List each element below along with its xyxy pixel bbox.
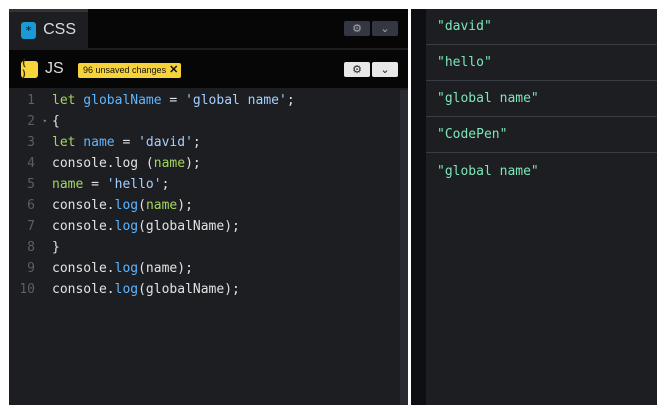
operator: = bbox=[83, 177, 107, 192]
punctuation: ); bbox=[177, 198, 193, 213]
punctuation: ( bbox=[145, 156, 154, 171]
line-number: 10 bbox=[19, 282, 35, 297]
tab-js[interactable]: ( ) JS bbox=[9, 50, 76, 88]
string-literal: 'david' bbox=[138, 135, 193, 150]
line-number: 2 ▾ bbox=[9, 111, 52, 132]
editor-scrollbar[interactable] bbox=[400, 90, 408, 405]
method: log bbox=[114, 282, 139, 297]
identifier: console. bbox=[52, 219, 115, 234]
gear-icon: ⚙ bbox=[352, 63, 362, 76]
tab-css-label: CSS bbox=[43, 21, 76, 38]
punctuation: (name); bbox=[138, 261, 193, 276]
code-editor: * CSS ⚙ ⌄ ( ) JS 96 unsaved changes ✕ ⚙ … bbox=[9, 9, 408, 405]
identifier: console.log bbox=[52, 156, 146, 171]
code-line: 4 console.log (name); bbox=[9, 153, 400, 174]
identifier: name bbox=[75, 135, 115, 150]
line-number: 6 bbox=[27, 198, 35, 213]
unsaved-changes-label: 96 unsaved changes bbox=[83, 65, 167, 75]
code-line: 7 console. log (globalName); bbox=[9, 216, 400, 237]
punctuation: } bbox=[52, 240, 60, 255]
resize-handle[interactable] bbox=[411, 9, 426, 405]
identifier: name bbox=[153, 156, 186, 171]
js-icon: ( ) bbox=[21, 58, 38, 80]
identifier: console. bbox=[52, 198, 115, 213]
punctuation: ( bbox=[138, 198, 146, 213]
close-icon[interactable]: ✕ bbox=[169, 63, 178, 78]
method: log bbox=[114, 219, 139, 234]
line-number: 1 bbox=[27, 93, 35, 108]
js-collapse-button[interactable]: ⌄ bbox=[372, 62, 398, 77]
page-margin bbox=[657, 9, 671, 405]
line-number: 5 bbox=[27, 177, 35, 192]
gear-icon: ⚙ bbox=[352, 22, 362, 35]
line-number: 4 bbox=[27, 156, 35, 171]
code-line: 3 let name = 'david'; bbox=[9, 132, 400, 153]
line-number: 7 bbox=[27, 219, 35, 234]
operator: = bbox=[161, 93, 186, 108]
code-area[interactable]: 1 let globalName = 'global name'; 2 ▾ { 3… bbox=[9, 90, 400, 300]
identifier: name bbox=[52, 177, 84, 192]
identifier: console. bbox=[52, 282, 115, 297]
punctuation: (globalName); bbox=[138, 219, 240, 234]
chevron-down-icon: ⌄ bbox=[380, 22, 390, 35]
code-line: 6 console. log(name); bbox=[9, 195, 400, 216]
keyword: let bbox=[52, 135, 76, 150]
code-line: 8 } bbox=[9, 237, 400, 258]
identifier: name bbox=[145, 198, 178, 213]
code-line: 5 name = 'hello'; bbox=[9, 174, 400, 195]
tab-css[interactable]: * CSS bbox=[9, 9, 88, 48]
chevron-down-icon: ⌄ bbox=[380, 63, 390, 76]
punctuation: ; bbox=[286, 93, 295, 108]
code-line: 2 ▾ { bbox=[9, 111, 400, 132]
css-icon: * bbox=[21, 21, 37, 39]
punctuation: ; bbox=[161, 177, 170, 192]
line-number: 3 bbox=[27, 135, 35, 150]
console-log-entry: "david" bbox=[426, 9, 657, 45]
keyword: let bbox=[52, 93, 76, 108]
css-collapse-button[interactable]: ⌄ bbox=[372, 21, 398, 36]
css-panel-header: * CSS ⚙ ⌄ bbox=[9, 9, 408, 48]
console-log-entry: "CodePen" bbox=[426, 117, 657, 153]
punctuation: ; bbox=[192, 135, 201, 150]
console-log-entry: "global name" bbox=[437, 163, 539, 179]
identifier: console. bbox=[52, 261, 115, 276]
console-log-entry: "global name" bbox=[426, 81, 657, 117]
js-panel-header: ( ) JS 96 unsaved changes ✕ ⚙ ⌄ bbox=[9, 50, 408, 88]
method: log bbox=[114, 198, 139, 213]
string-literal: 'global name' bbox=[185, 93, 287, 108]
punctuation: (globalName); bbox=[138, 282, 240, 297]
punctuation: { bbox=[52, 114, 60, 129]
method: log bbox=[114, 261, 139, 276]
css-settings-button[interactable]: ⚙ bbox=[344, 21, 370, 36]
punctuation: ); bbox=[185, 156, 201, 171]
console-panel: "david" "hello" "global name" "CodePen" … bbox=[426, 9, 657, 405]
fold-arrow-icon[interactable]: ▾ bbox=[43, 111, 47, 132]
operator: = bbox=[114, 135, 139, 150]
code-line: 9 console. log (name); bbox=[9, 258, 400, 279]
console-log-entry: "hello" bbox=[426, 45, 657, 81]
code-line: 10 console. log (globalName); bbox=[9, 279, 400, 300]
string-literal: 'hello' bbox=[106, 177, 162, 192]
line-number: 9 bbox=[27, 261, 35, 276]
js-settings-button[interactable]: ⚙ bbox=[344, 62, 370, 77]
tab-js-label: JS bbox=[45, 60, 64, 77]
identifier: globalName bbox=[75, 93, 162, 108]
code-line: 1 let globalName = 'global name'; bbox=[9, 90, 400, 111]
line-number: 8 bbox=[27, 240, 35, 255]
unsaved-changes-badge[interactable]: 96 unsaved changes ✕ bbox=[78, 63, 182, 78]
